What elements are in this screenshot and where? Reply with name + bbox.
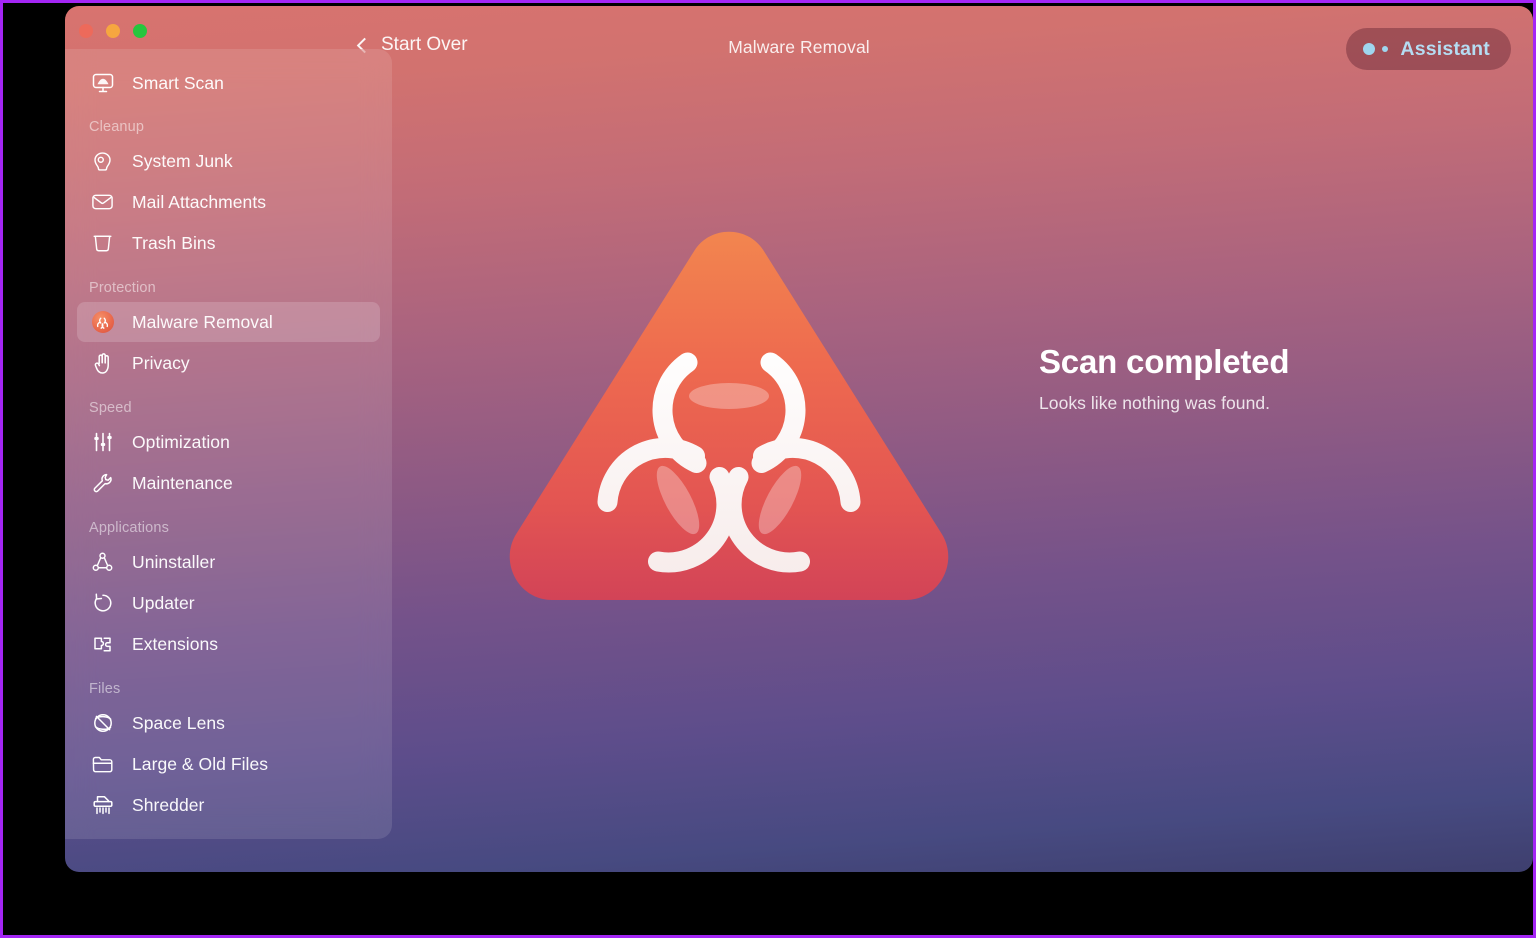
scan-status-subtitle: Looks like nothing was found. (1039, 392, 1271, 413)
sidebar: Smart Scan Cleanup System Junk Mail Atta… (65, 49, 392, 839)
trash-bins-icon (89, 231, 116, 255)
sidebar-item-system-junk[interactable]: System Junk (77, 141, 380, 181)
assistant-label: Assistant (1400, 37, 1490, 60)
sidebar-item-label: Space Lens (132, 712, 225, 733)
sidebar-item-label: Updater (132, 592, 195, 613)
shredder-icon (89, 793, 116, 817)
scan-status-title: Scan completed (1039, 343, 1290, 380)
sidebar-section-files: Files (89, 681, 121, 697)
biohazard-warning-triangle-icon (503, 228, 955, 624)
assistant-dot-large-icon (1363, 43, 1376, 55)
sidebar-item-large-and-old-files[interactable]: Large & Old Files (77, 744, 380, 784)
minimize-button[interactable] (106, 24, 120, 38)
sidebar-item-smart-scan[interactable]: Smart Scan (77, 63, 380, 103)
sidebar-item-extensions[interactable]: Extensions (77, 624, 380, 664)
sidebar-item-label: Optimization (132, 431, 230, 452)
sliders-icon (89, 430, 116, 454)
sidebar-item-uninstaller[interactable]: Uninstaller (77, 542, 380, 582)
wrench-icon (89, 471, 116, 495)
sidebar-section-protection: Protection (89, 280, 156, 296)
sidebar-item-label: Maintenance (132, 472, 233, 493)
extensions-icon (89, 632, 116, 656)
sidebar-item-privacy[interactable]: Privacy (77, 343, 380, 383)
close-button[interactable] (79, 24, 93, 38)
sidebar-item-space-lens[interactable]: Space Lens (77, 703, 380, 743)
sidebar-item-label: Privacy (132, 352, 190, 373)
sidebar-item-label: Extensions (132, 633, 219, 654)
mail-attachments-icon (89, 190, 116, 214)
sidebar-item-label: Shredder (132, 794, 205, 815)
sidebar-item-updater[interactable]: Updater (77, 583, 380, 623)
sidebar-item-label: Smart Scan (132, 72, 224, 93)
hand-icon (89, 351, 116, 375)
sidebar-item-label: System Junk (132, 150, 233, 171)
sidebar-section-cleanup: Cleanup (89, 119, 145, 135)
system-junk-icon (89, 149, 116, 173)
screen: Start Over Malware Removal Assistant Sma… (0, 0, 1536, 938)
assistant-button[interactable]: Assistant (1346, 28, 1511, 70)
zoom-button[interactable] (133, 24, 147, 38)
start-over-label: Start Over (381, 34, 468, 55)
scan-status: Scan completed Looks like nothing was fo… (1039, 343, 1459, 414)
updater-icon (89, 591, 116, 615)
space-lens-icon (89, 711, 116, 735)
sidebar-item-optimization[interactable]: Optimization (77, 422, 380, 462)
sidebar-item-trash-bins[interactable]: Trash Bins (77, 223, 380, 263)
sidebar-section-applications: Applications (89, 520, 169, 536)
sidebar-item-label: Malware Removal (132, 311, 273, 332)
window-controls (79, 24, 147, 38)
sidebar-item-malware-removal[interactable]: Malware Removal (77, 302, 380, 342)
sidebar-item-label: Trash Bins (132, 232, 216, 253)
biohazard-icon (89, 310, 116, 334)
sidebar-item-label: Uninstaller (132, 551, 216, 572)
sidebar-item-maintenance[interactable]: Maintenance (77, 463, 380, 503)
smart-scan-icon (89, 71, 116, 95)
sidebar-item-label: Large & Old Files (132, 753, 269, 774)
assistant-dot-small-icon (1382, 46, 1389, 52)
uninstaller-icon (89, 550, 116, 574)
sidebar-item-shredder[interactable]: Shredder (77, 785, 380, 825)
sidebar-item-mail-attachments[interactable]: Mail Attachments (77, 182, 380, 222)
folder-icon (89, 752, 116, 776)
app-window: Start Over Malware Removal Assistant Sma… (65, 6, 1533, 872)
sidebar-section-speed: Speed (89, 400, 132, 416)
sidebar-item-label: Mail Attachments (132, 191, 267, 212)
